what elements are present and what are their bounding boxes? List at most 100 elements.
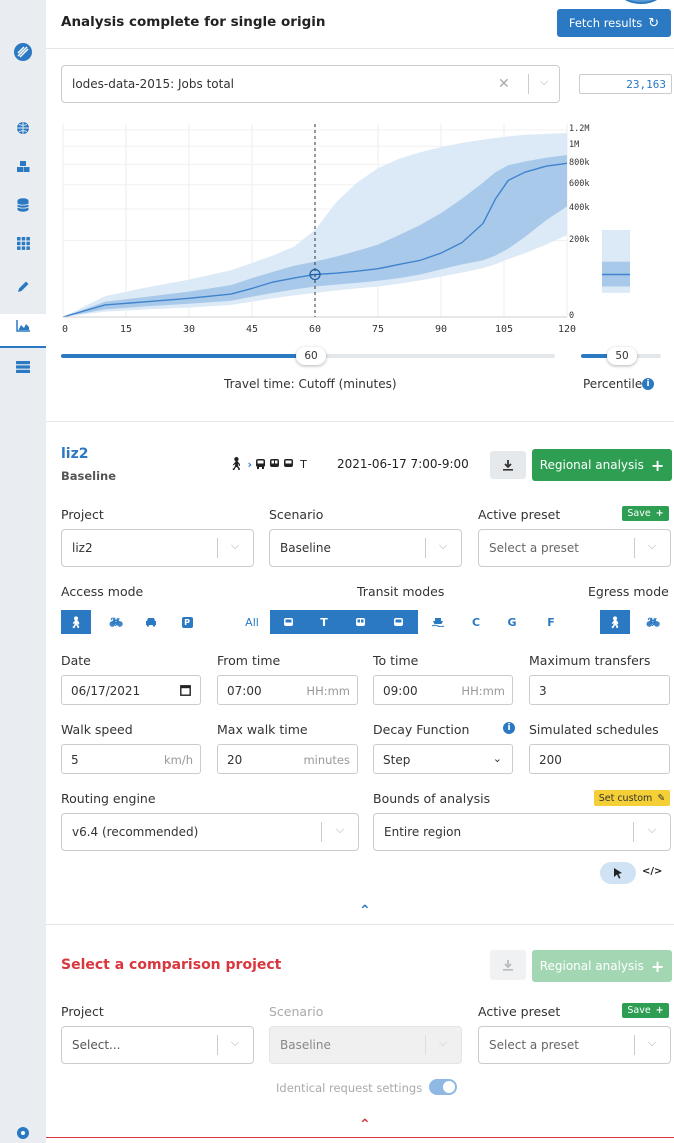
simulated-schedules-label: Simulated schedules (529, 722, 659, 737)
opportunity-dataset-select[interactable]: lodes-data-2015: Jobs total ✕ ⌵ (61, 65, 560, 103)
decay-function-select[interactable]: Step ⌄ (373, 744, 513, 774)
download-button[interactable] (490, 451, 526, 479)
select-bounds-button[interactable] (600, 862, 636, 884)
from-time-input[interactable]: 07:00 HH:mm (217, 675, 358, 705)
set-custom-button[interactable]: Set custom ✎ (594, 790, 670, 806)
plus-icon: + (655, 1005, 664, 1016)
transit-ferry-toggle[interactable] (423, 610, 453, 634)
cubes-icon[interactable] (13, 157, 33, 177)
transit-cable-toggle[interactable]: C (461, 610, 491, 634)
access-car-toggle[interactable] (136, 610, 166, 634)
transit-tram-toggle[interactable]: T (309, 610, 339, 634)
chevron-down-icon[interactable]: ⌵ (644, 1036, 660, 1052)
access-bike-toggle[interactable]: 🚲︎ (101, 610, 131, 634)
decay-function-label: Decay Function (373, 722, 470, 737)
regional-analysis-button[interactable]: Regional analysis + (532, 449, 672, 481)
walk-speed-input[interactable]: 5 km/h (61, 744, 201, 774)
globe-icon[interactable] (13, 118, 33, 138)
access-walk-toggle[interactable]: 🚶︎ (61, 610, 91, 634)
comparison-download-button[interactable] (490, 950, 526, 980)
decay-function-value: Step (383, 753, 411, 767)
project-select-value: liz2 (72, 541, 93, 555)
server-icon[interactable] (13, 357, 33, 377)
comparison-scenario-select[interactable]: Baseline ⌵ (269, 1026, 462, 1064)
project-label: Project (61, 507, 104, 522)
chevron-down-icon[interactable]: ⌵ (644, 539, 660, 555)
scenario-select-value: Baseline (280, 541, 331, 555)
preset-select-placeholder: Select a preset (489, 541, 580, 555)
date-label: Date (61, 653, 91, 668)
save-preset-button[interactable]: Save + (622, 506, 669, 521)
collapse-chevron-icon[interactable]: ⌃ (359, 903, 371, 919)
tooltip-bubble (616, 0, 666, 4)
arrow-right-icon: › (247, 458, 253, 471)
comparison-project-select[interactable]: Select... ⌵ (61, 1026, 254, 1064)
chevron-down-icon: ⌄ (492, 752, 502, 765)
chevron-down-icon[interactable]: ⌵ (227, 539, 243, 555)
transit-rail-toggle[interactable] (383, 610, 413, 634)
pencil-icon[interactable] (13, 276, 33, 296)
x-tick-label: 120 (558, 324, 577, 335)
routing-engine-select[interactable]: v6.4 (recommended) ⌵ (61, 813, 359, 851)
scenario-label: Scenario (269, 507, 324, 522)
select-separator (217, 1035, 218, 1055)
comparison-regional-analysis-button[interactable]: Regional analysis + (532, 950, 672, 982)
cutoff-slider-handle[interactable]: 60 (296, 347, 326, 365)
walk-speed-unit: km/h (163, 753, 193, 767)
transit-funicular-toggle[interactable]: F (536, 610, 566, 634)
access-park-ride-toggle[interactable]: P (172, 610, 202, 634)
comparison-preset-placeholder: Select a preset (489, 1038, 580, 1052)
simulated-schedules-input[interactable]: 200 (529, 744, 670, 774)
transit-gondola-toggle[interactable]: G (497, 610, 527, 634)
transit-all-toggle[interactable]: All (236, 610, 268, 634)
y-tick-label: 200k (569, 234, 590, 245)
project-name-link[interactable]: liz2 (61, 446, 89, 462)
transit-bus-toggle[interactable] (273, 610, 303, 634)
plus-icon: + (655, 508, 664, 519)
cutoff-slider-fill[interactable] (61, 354, 312, 358)
info-icon[interactable]: i (642, 378, 654, 390)
y-tick-label: 400k (569, 203, 590, 214)
grid-icon[interactable] (13, 233, 33, 253)
area-chart-icon[interactable] (13, 316, 33, 336)
code-icon[interactable]: </> (642, 866, 662, 877)
scenario-select[interactable]: Baseline ⌵ (269, 529, 462, 567)
chevron-down-icon[interactable]: ⌵ (644, 823, 660, 839)
chevron-down-icon[interactable]: ⌵ (536, 75, 552, 91)
transit-subway-toggle[interactable] (345, 610, 375, 634)
cutoff-slider-track[interactable] (312, 354, 555, 358)
clear-icon[interactable]: ✕ (498, 76, 510, 92)
divider (46, 421, 674, 422)
tram-mode-letter: T (300, 458, 307, 471)
select-separator (425, 1035, 426, 1055)
fetch-results-button[interactable]: Fetch results ↻ (557, 9, 671, 37)
routing-engine-value: v6.4 (recommended) (72, 825, 199, 839)
date-input[interactable]: 06/17/2021 (61, 675, 201, 705)
max-transfers-input[interactable]: 3 (529, 675, 670, 705)
x-tick-label: 60 (309, 324, 322, 335)
bounds-select[interactable]: Entire region ⌵ (373, 813, 671, 851)
collapse-chevron-icon[interactable]: ⌃ (359, 1117, 371, 1133)
circle-dot-icon[interactable] (13, 1123, 33, 1143)
chevron-down-icon[interactable]: ⌵ (435, 539, 451, 555)
to-time-input[interactable]: 09:00 HH:mm (373, 675, 513, 705)
max-walk-time-input[interactable]: 20 minutes (217, 744, 358, 774)
chevron-down-icon[interactable]: ⌵ (227, 1036, 243, 1052)
comparison-project-label: Project (61, 1004, 104, 1019)
calendar-icon[interactable] (180, 684, 191, 696)
info-icon[interactable]: i (503, 722, 515, 734)
bounds-label: Bounds of analysis (373, 791, 491, 806)
plus-icon: + (650, 956, 665, 976)
comparison-save-preset-button[interactable]: Save + (622, 1003, 669, 1018)
chevron-down-icon[interactable]: ⌵ (332, 823, 348, 839)
identical-settings-toggle[interactable] (429, 1079, 457, 1095)
project-select[interactable]: liz2 ⌵ (61, 529, 254, 567)
egress-bike-toggle[interactable]: 🚲︎ (638, 610, 668, 634)
database-icon[interactable] (13, 195, 33, 215)
comparison-preset-select[interactable]: Select a preset ⌵ (478, 1026, 671, 1064)
percentile-slider-handle[interactable]: 50 (607, 347, 637, 365)
egress-walk-toggle[interactable]: 🚶︎ (600, 610, 630, 634)
preset-select[interactable]: Select a preset ⌵ (478, 529, 671, 567)
walk-speed-value: 5 (71, 753, 79, 767)
logo-icon[interactable] (13, 42, 33, 62)
